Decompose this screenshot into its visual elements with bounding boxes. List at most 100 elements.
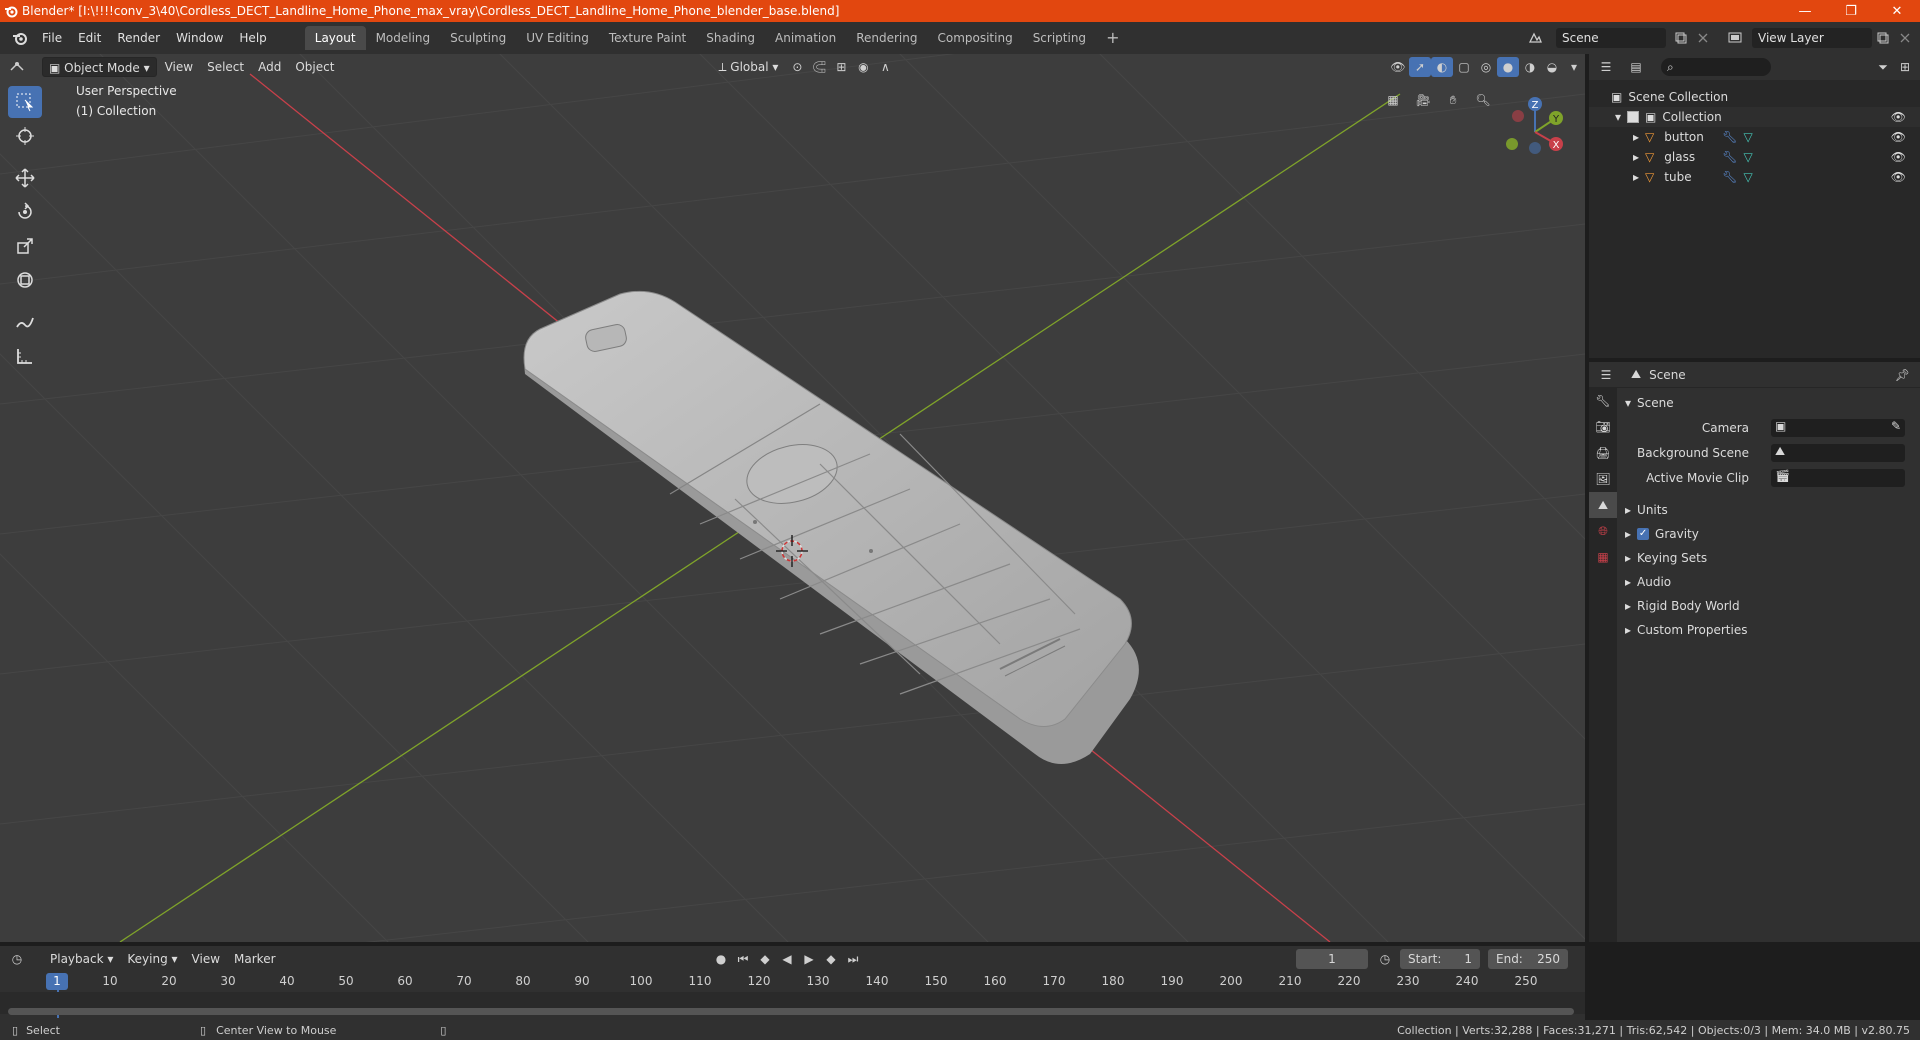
display-mode-icon[interactable]: ▤: [1625, 57, 1647, 77]
render-tab-icon[interactable]: 📷︎: [1589, 414, 1617, 440]
delete-view-layer-icon[interactable]: [1894, 28, 1916, 48]
tab-scripting[interactable]: Scripting: [1023, 26, 1096, 50]
mode-dropdown[interactable]: ▣ Object Mode ▾: [42, 57, 157, 77]
annotate-tool[interactable]: [8, 306, 42, 338]
chevron-down-icon[interactable]: ▾: [1615, 110, 1621, 124]
wireframe-shading-icon[interactable]: ◎: [1475, 57, 1497, 77]
world-tab-icon[interactable]: 🌐︎: [1589, 518, 1617, 544]
outliner-row-object[interactable]: ▸ ▽ glass 🔧︎ ▽ 👁︎: [1589, 147, 1920, 167]
tab-rendering[interactable]: Rendering: [846, 26, 927, 50]
checkbox-icon[interactable]: [1627, 111, 1640, 123]
tab-layout[interactable]: Layout: [304, 26, 366, 50]
keying-dropdown[interactable]: Keying ▾: [121, 949, 183, 969]
eyedropper-icon[interactable]: ✎: [1891, 419, 1901, 433]
gravity-checkbox[interactable]: ✓: [1637, 528, 1650, 540]
preview-range-clock-icon[interactable]: ◷: [1374, 949, 1396, 969]
rotate-tool[interactable]: [8, 196, 42, 228]
keying-sets-panel-header[interactable]: ▸ Keying Sets: [1625, 547, 1707, 569]
new-scene-icon[interactable]: [1670, 28, 1692, 48]
visibility-icon[interactable]: 👁︎: [1387, 57, 1409, 77]
texture-tab-icon[interactable]: ▦: [1589, 544, 1617, 570]
minimize-button[interactable]: —: [1782, 0, 1828, 22]
snap-target-icon[interactable]: ⊞: [830, 57, 852, 77]
new-view-layer-icon[interactable]: [1872, 28, 1894, 48]
view-layer-tab-icon[interactable]: 🖼︎: [1589, 466, 1617, 492]
falloff-icon[interactable]: ∧: [874, 57, 896, 77]
shading-options-icon[interactable]: ▾: [1563, 57, 1585, 77]
proportional-edit-icon[interactable]: ◉: [852, 57, 874, 77]
overlay-toggle-icon[interactable]: ◐: [1431, 57, 1453, 77]
current-frame-field[interactable]: 1: [1296, 949, 1368, 969]
outliner-row-object[interactable]: ▸ ▽ tube 🔧︎ ▽ 👁︎: [1589, 167, 1920, 187]
add-workspace-button[interactable]: +: [1096, 26, 1129, 50]
output-tab-icon[interactable]: 🖨︎: [1589, 440, 1617, 466]
chevron-right-icon[interactable]: ▸: [1633, 150, 1639, 164]
timeline-ruler[interactable]: 1 10 20 30 40 50 60 70 80 90 100 110 120…: [0, 972, 1585, 1018]
timeline-editor-type-icon[interactable]: ◷: [6, 949, 28, 969]
timeline-marker-menu[interactable]: Marker: [228, 949, 281, 969]
solid-shading-icon[interactable]: ●: [1497, 57, 1519, 77]
scene-icon[interactable]: [1524, 28, 1546, 48]
tab-sculpting[interactable]: Sculpting: [440, 26, 516, 50]
background-scene-field[interactable]: ⛰︎: [1771, 444, 1905, 462]
view-layer-field[interactable]: View Layer: [1752, 28, 1872, 48]
active-movie-clip-field[interactable]: 🎬︎: [1771, 469, 1905, 487]
timeline-view-menu[interactable]: View: [186, 949, 226, 969]
custom-properties-panel-header[interactable]: ▸ Custom Properties: [1625, 619, 1747, 641]
next-keyframe-icon[interactable]: ◆: [820, 949, 842, 969]
close-button[interactable]: ✕: [1874, 0, 1920, 22]
scene-panel-header[interactable]: ▾ Scene: [1625, 392, 1674, 414]
outliner-editor-type-icon[interactable]: ☰: [1595, 57, 1617, 77]
end-frame-field[interactable]: End: 250: [1488, 949, 1568, 969]
menu-window[interactable]: Window: [168, 26, 231, 50]
restore-button[interactable]: ❐: [1828, 0, 1874, 22]
scene-tab-icon[interactable]: ⛰︎: [1589, 492, 1617, 518]
gravity-panel-header[interactable]: ▸ ✓ Gravity: [1625, 523, 1699, 545]
menu-object[interactable]: Object: [289, 57, 340, 77]
chevron-right-icon[interactable]: ▸: [1633, 130, 1639, 144]
scene-name-field[interactable]: Scene: [1556, 28, 1666, 48]
audio-panel-header[interactable]: ▸ Audio: [1625, 571, 1671, 593]
axis-gizmo[interactable]: Z Y X: [1500, 94, 1570, 164]
pivot-point-icon[interactable]: ⊙: [786, 57, 808, 77]
cursor-tool[interactable]: [8, 120, 42, 152]
outliner-row-collection[interactable]: ▾ ▣ Collection 👁︎: [1589, 107, 1920, 127]
outliner-search-input[interactable]: ⌕: [1661, 58, 1771, 76]
camera-view-icon[interactable]: 🎥︎: [1412, 90, 1434, 110]
menu-help[interactable]: Help: [231, 26, 274, 50]
jump-end-icon[interactable]: ⏭: [842, 949, 864, 969]
xray-icon[interactable]: ▢: [1453, 57, 1475, 77]
scale-tool[interactable]: [8, 230, 42, 262]
tool-tab-icon[interactable]: 🔧︎: [1589, 388, 1617, 414]
play-reverse-icon[interactable]: ◀: [776, 949, 798, 969]
move-tool[interactable]: [8, 162, 42, 194]
material-shading-icon[interactable]: ◑: [1519, 57, 1541, 77]
rendered-shading-icon[interactable]: ◒: [1541, 57, 1563, 77]
record-icon[interactable]: ●: [710, 949, 732, 969]
tab-modeling[interactable]: Modeling: [366, 26, 441, 50]
camera-field[interactable]: ▣ ✎: [1771, 419, 1905, 437]
menu-select[interactable]: Select: [201, 57, 250, 77]
tab-compositing[interactable]: Compositing: [927, 26, 1022, 50]
eye-icon[interactable]: 👁︎: [1891, 110, 1906, 124]
eye-icon[interactable]: 👁︎: [1891, 130, 1906, 144]
3d-viewport[interactable]: ▣ Object Mode ▾ View Select Add Object ⟂…: [0, 54, 1585, 942]
outliner-row-scene-collection[interactable]: ▣ Scene Collection: [1589, 87, 1920, 107]
tab-animation[interactable]: Animation: [765, 26, 846, 50]
filter-icon[interactable]: ⏷: [1872, 57, 1894, 77]
blender-menu-icon[interactable]: [6, 28, 34, 48]
transform-tool[interactable]: [8, 264, 42, 296]
new-collection-icon[interactable]: ⊞: [1894, 57, 1916, 77]
editor-type-icon[interactable]: [6, 57, 28, 77]
select-box-tool[interactable]: [8, 86, 42, 118]
view-layer-icon[interactable]: [1724, 28, 1746, 48]
snap-icon[interactable]: 🧲︎: [808, 57, 830, 77]
eye-icon[interactable]: 👁︎: [1891, 150, 1906, 164]
prev-keyframe-icon[interactable]: ◆: [754, 949, 776, 969]
tab-texture-paint[interactable]: Texture Paint: [599, 26, 696, 50]
menu-render[interactable]: Render: [109, 26, 168, 50]
delete-scene-icon[interactable]: [1692, 28, 1714, 48]
units-panel-header[interactable]: ▸ Units: [1625, 499, 1668, 521]
rigid-body-world-panel-header[interactable]: ▸ Rigid Body World: [1625, 595, 1740, 617]
menu-view[interactable]: View: [159, 57, 199, 77]
